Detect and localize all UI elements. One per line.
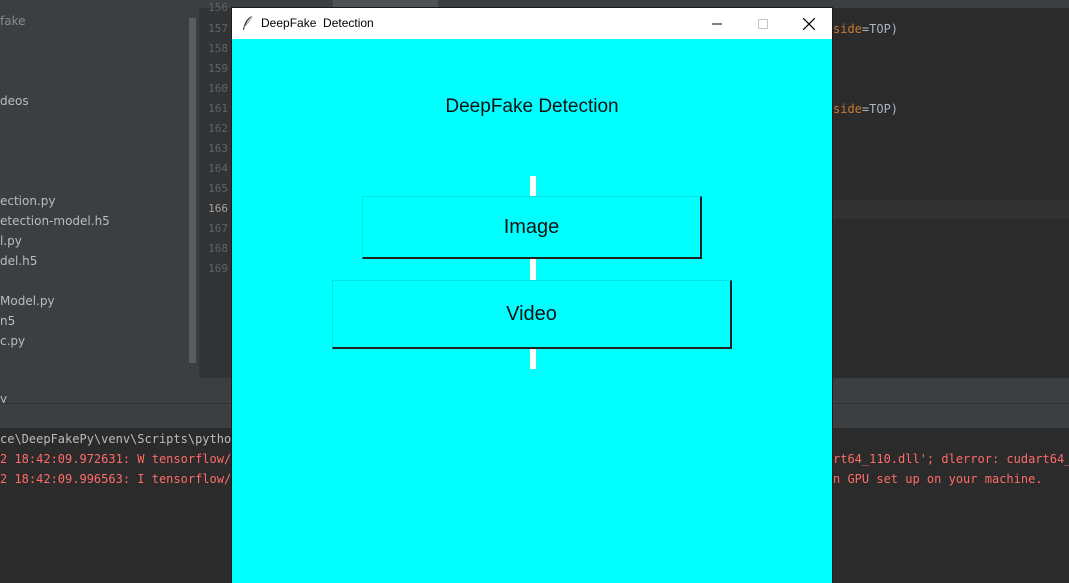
project-item[interactable]: deos (0, 94, 29, 108)
line-number: 165 (208, 182, 228, 195)
line-number: 164 (208, 162, 228, 175)
line-number: 161 (208, 102, 228, 115)
project-scrollbar[interactable] (189, 18, 196, 363)
console-line: 2 18:42:09.972631: W tensorflow/st (0, 452, 246, 466)
console-line-right: rt64_110.dll'; dlerror: cudart64_1: (833, 452, 1069, 466)
line-gutter: 156 157 158 159 160 161 162 163 164 165 … (199, 1, 236, 378)
project-item[interactable]: Model.py (0, 294, 55, 308)
line-number: 169 (208, 262, 228, 275)
window-title: DeepFake Detection (261, 16, 374, 30)
line-number: 167 (208, 222, 228, 235)
project-item[interactable]: fake (0, 14, 25, 28)
close-button[interactable] (786, 8, 832, 39)
line-number: 166 (208, 202, 228, 215)
project-item[interactable]: l.py (0, 234, 22, 248)
line-number: 156 (208, 1, 228, 14)
line-number: 157 (208, 22, 228, 35)
code-fragment: side=TOP) (833, 22, 899, 36)
console-line: 2 18:42:09.996563: I tensorflow/st (0, 472, 246, 486)
line-number: 158 (208, 42, 228, 55)
minimize-icon (712, 19, 722, 29)
project-item[interactable]: c.py (0, 334, 25, 348)
spacer-bar (530, 259, 536, 280)
project-item[interactable]: ection.py (0, 194, 56, 208)
console-line-right: n GPU set up on your machine. (833, 472, 1043, 486)
video-button[interactable]: Video (332, 280, 732, 349)
close-icon (803, 17, 815, 30)
video-button-label: Video (506, 302, 557, 325)
app-content: DeepFake Detection Image Video (232, 39, 832, 583)
project-item[interactable]: etection-model.h5 (0, 214, 110, 228)
spacer-bar (530, 176, 536, 196)
project-panel: fake deos ection.py etection-model.h5 l.… (0, 8, 199, 406)
maximize-button[interactable] (740, 8, 786, 39)
line-number: 159 (208, 62, 228, 75)
window-titlebar[interactable]: DeepFake Detection (232, 8, 832, 39)
project-item[interactable]: del.h5 (0, 254, 37, 268)
image-button[interactable]: Image (362, 196, 702, 259)
app-heading: DeepFake Detection (445, 96, 619, 117)
line-number: 162 (208, 122, 228, 135)
code-fragment: side=TOP) (833, 102, 899, 116)
maximize-icon (758, 18, 768, 29)
line-number: 168 (208, 242, 228, 255)
console-line: ce\DeepFakePy\venv\Scripts\python. (0, 432, 246, 446)
line-number: 163 (208, 142, 228, 155)
feather-icon (241, 15, 255, 31)
spacer-bar (530, 349, 536, 369)
minimize-button[interactable] (694, 8, 740, 39)
project-item[interactable]: n5 (0, 314, 15, 328)
line-number: 160 (208, 82, 228, 95)
app-window: DeepFake Detection DeepFake Detection Im… (232, 8, 832, 583)
image-button-label: Image (503, 215, 560, 238)
